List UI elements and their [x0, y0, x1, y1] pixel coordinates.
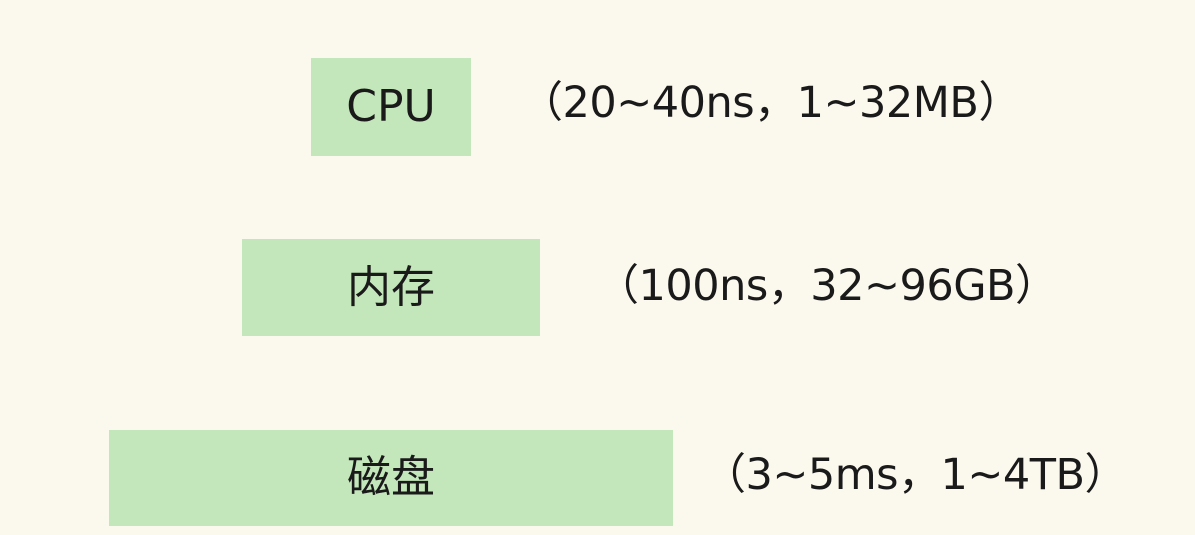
tier-spec-memory: （100ns，32~96GB） [596, 261, 1058, 311]
tier-label-disk: 磁盘 [347, 452, 435, 503]
tier-spec-cpu: （20~40ns，1~32MB） [520, 78, 1021, 128]
tier-box-memory: 内存 [242, 239, 540, 336]
tier-label-memory: 内存 [347, 261, 435, 313]
tier-box-cpu: CPU [311, 58, 471, 156]
tier-spec-disk: （3~5ms，1~4TB） [703, 450, 1128, 500]
tier-label-cpu: CPU [346, 81, 436, 132]
tier-box-disk: 磁盘 [109, 430, 673, 526]
